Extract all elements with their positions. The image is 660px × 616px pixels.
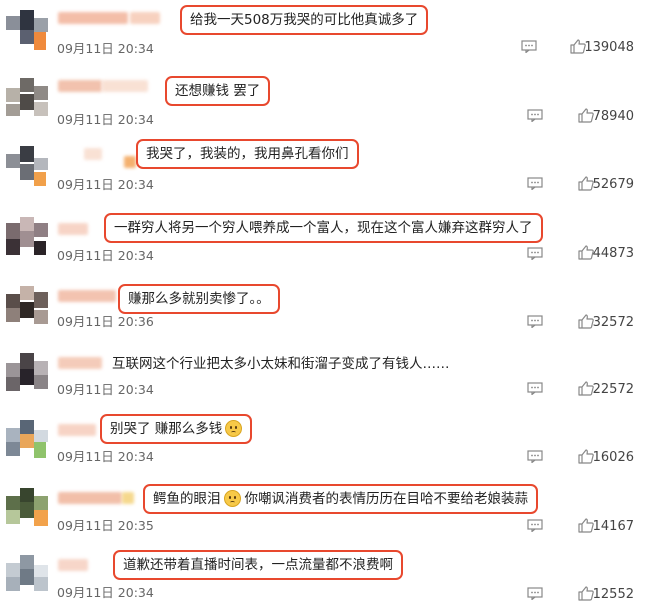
like-count: 12552	[592, 587, 634, 602]
username-blurred[interactable]	[58, 357, 102, 369]
username-blurred[interactable]	[58, 559, 88, 571]
avatar[interactable]	[6, 10, 48, 52]
comment-text: 鳄鱼的眼泪 你嘲讽消费者的表情历历在目哈不要给老娘装蒜	[143, 484, 538, 514]
reply-comment-icon[interactable]	[527, 315, 543, 328]
username-blurred[interactable]	[102, 80, 148, 92]
comment-text-body: 别哭了 赚那么多钱	[110, 421, 223, 437]
crying-face-emoji-icon	[223, 490, 241, 507]
like-count: 32572	[592, 315, 634, 330]
comment-time: 09月11日 20:34	[57, 41, 154, 56]
username-blurred[interactable]	[124, 156, 136, 168]
username-blurred[interactable]	[58, 424, 96, 436]
comment-text-body: 你嘲讽消费者的表情历历在目哈不要给老娘装蒜	[244, 491, 529, 507]
username-blurred[interactable]	[58, 12, 128, 24]
comment-text: 别哭了 赚那么多钱	[100, 414, 253, 444]
username-blurred[interactable]	[130, 12, 160, 24]
comment-text: 给我一天508万我哭的可比他真诚多了	[180, 5, 429, 35]
comment-time: 09月11日 20:34	[57, 449, 154, 464]
reply-comment-icon[interactable]	[527, 519, 543, 532]
comment-text-body: 鳄鱼的眼泪	[153, 491, 221, 507]
comment-time: 09月11日 20:34	[57, 585, 154, 600]
reply-comment-icon[interactable]	[527, 247, 543, 260]
reply-comment-icon[interactable]	[527, 177, 543, 190]
username-blurred[interactable]	[58, 290, 116, 302]
comment-time: 09月11日 20:34	[57, 177, 154, 192]
like-count: 16026	[592, 450, 634, 465]
like-count: 78940	[592, 109, 634, 124]
comment-text: 赚那么多就别卖惨了。。	[118, 284, 280, 314]
username-blurred[interactable]	[122, 492, 134, 504]
comment-time: 09月11日 20:34	[57, 112, 154, 127]
comment-time: 09月11日 20:34	[57, 248, 154, 263]
reply-comment-icon[interactable]	[527, 587, 543, 600]
avatar[interactable]	[6, 146, 48, 188]
like-count: 44873	[592, 246, 634, 261]
comment-text: 我哭了，我装的，我用鼻孔看你们	[136, 139, 359, 169]
like-count: 14167	[592, 519, 634, 534]
avatar[interactable]	[6, 420, 48, 462]
reply-comment-icon[interactable]	[527, 450, 543, 463]
avatar[interactable]	[6, 488, 48, 530]
avatar[interactable]	[6, 78, 48, 120]
avatar[interactable]	[6, 286, 48, 328]
username-blurred[interactable]	[58, 492, 122, 504]
comment-text: 互联网这个行业把太多小太妹和街溜子变成了有钱人……	[112, 356, 450, 372]
reply-comment-icon[interactable]	[527, 382, 543, 395]
avatar[interactable]	[6, 555, 48, 597]
comment-text: 道歉还带着直播时间表，一点流量都不浪费啊	[113, 550, 403, 580]
comment-time: 09月11日 20:35	[57, 518, 154, 533]
comment-text: 还想赚钱 罢了	[165, 76, 271, 106]
like-count: 52679	[592, 177, 634, 192]
avatar[interactable]	[6, 353, 48, 395]
reply-comment-icon[interactable]	[527, 109, 543, 122]
comment-time: 09月11日 20:34	[57, 382, 154, 397]
username-blurred[interactable]	[84, 148, 102, 160]
comment-time: 09月11日 20:36	[57, 314, 154, 329]
like-count: 22572	[592, 382, 634, 397]
avatar[interactable]	[6, 217, 48, 259]
smiling-face-emoji-icon	[225, 420, 243, 437]
reply-comment-icon[interactable]	[521, 40, 537, 53]
username-blurred[interactable]	[58, 80, 102, 92]
like-count: 139048	[584, 40, 634, 55]
comment-text: 一群穷人将另一个穷人喂养成一个富人，现在这个富人嫌弃这群穷人了	[104, 213, 543, 243]
username-blurred[interactable]	[58, 223, 88, 235]
